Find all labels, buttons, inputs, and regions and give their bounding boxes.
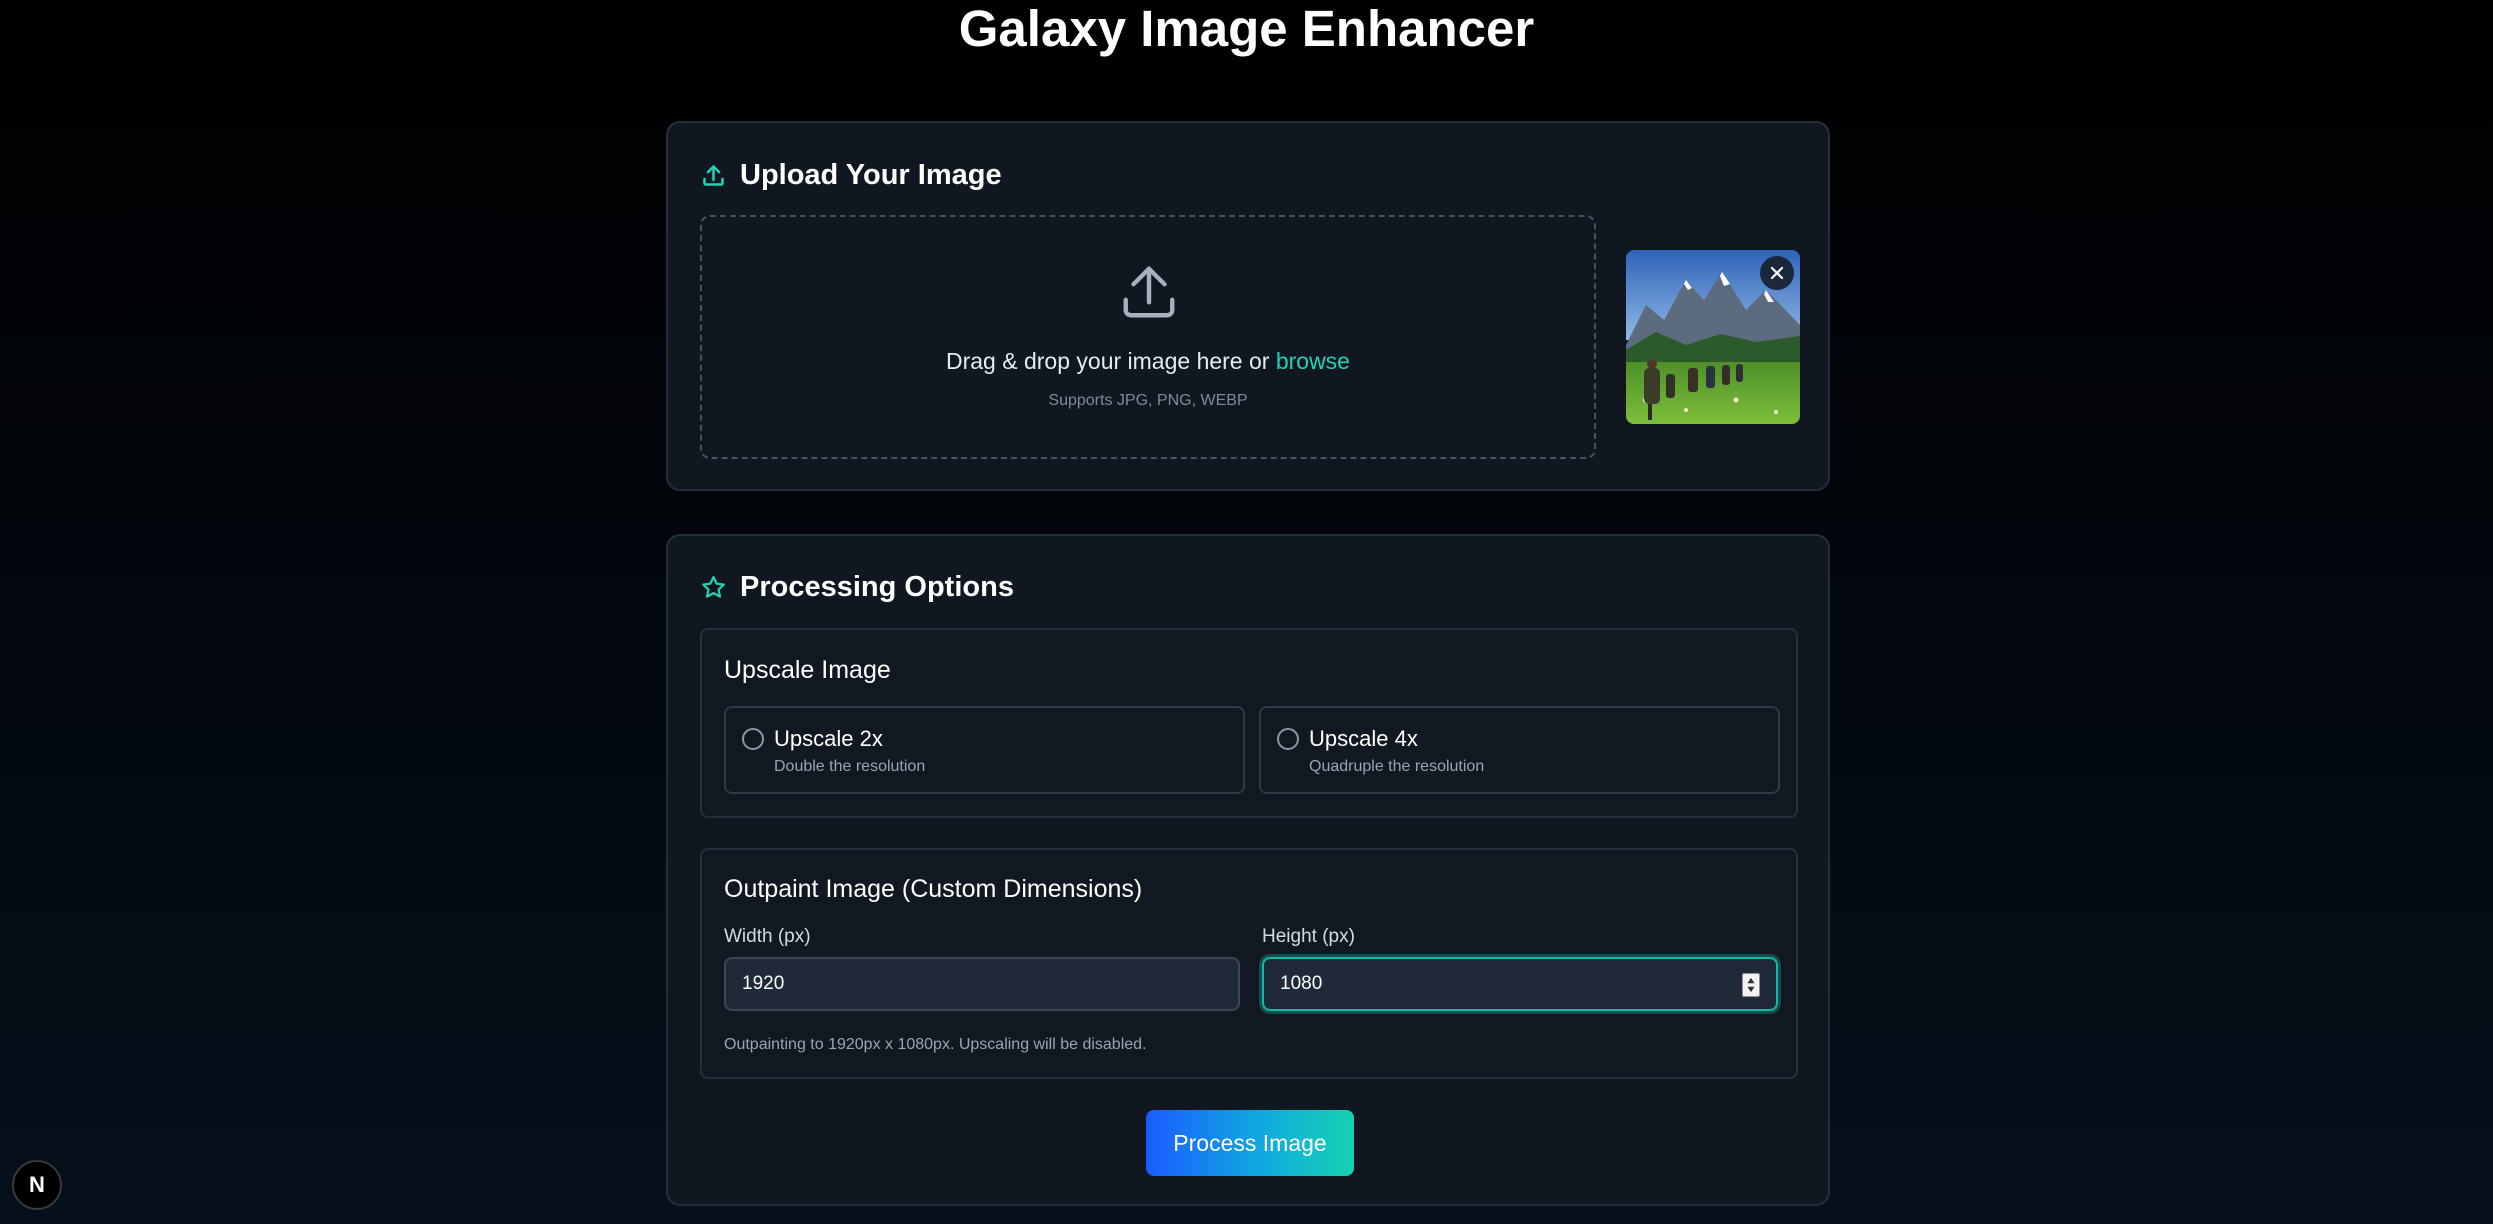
processing-options-card: Processing Options Upscale Image Upscale… [666, 534, 1830, 1206]
upscale-4x-option[interactable]: Upscale 4x Quadruple the resolution [1259, 706, 1780, 794]
options-card-header: Processing Options [700, 571, 1014, 604]
close-icon [1770, 266, 1784, 280]
outpaint-note: Outpainting to 1920px x 1080px. Upscalin… [724, 1036, 1147, 1053]
upload-card: Upload Your Image Drag & drop your image… [666, 121, 1830, 491]
width-label: Width (px) [724, 926, 811, 947]
page-title: Galaxy Image Enhancer [958, 0, 1535, 57]
upload-card-header: Upload Your Image [700, 159, 1002, 192]
upload-icon [700, 162, 727, 189]
image-preview [1626, 250, 1800, 424]
upscale-section: Upscale Image Upscale 2x Double the reso… [700, 628, 1798, 818]
spinner-arrows-icon [1747, 977, 1755, 993]
upscale-2x-description: Double the resolution [774, 758, 926, 775]
height-value: 1080 [1280, 973, 1323, 994]
dropzone-prompt-text: Drag & drop your image here or [946, 348, 1270, 374]
remove-image-button[interactable] [1760, 256, 1794, 290]
star-icon [700, 574, 727, 601]
nextjs-dev-badge[interactable]: N [12, 1160, 62, 1210]
height-input[interactable]: 1080 [1262, 957, 1778, 1011]
dropzone-prompt: Drag & drop your image here or browse [702, 348, 1594, 375]
upscale-section-title: Upscale Image [724, 656, 891, 684]
browse-link[interactable]: browse [1276, 348, 1350, 374]
upload-arrow-icon [1118, 261, 1180, 323]
upscale-4x-radio[interactable] [1277, 728, 1299, 750]
process-image-button[interactable]: Process Image [1146, 1110, 1354, 1176]
upload-card-title: Upload Your Image [740, 159, 1002, 191]
options-card-title: Processing Options [740, 571, 1014, 603]
number-spinner[interactable] [1742, 973, 1760, 997]
width-input[interactable]: 1920 [724, 957, 1240, 1011]
upscale-2x-option[interactable]: Upscale 2x Double the resolution [724, 706, 1245, 794]
upscale-4x-label: Upscale 4x [1309, 726, 1418, 751]
height-label: Height (px) [1262, 926, 1355, 947]
image-dropzone[interactable]: Drag & drop your image here or browse Su… [700, 215, 1596, 459]
upscale-2x-label: Upscale 2x [774, 726, 883, 751]
width-value: 1920 [742, 973, 785, 994]
outpaint-section-title: Outpaint Image (Custom Dimensions) [724, 875, 1143, 903]
upscale-2x-radio[interactable] [742, 728, 764, 750]
supported-formats: Supports JPG, PNG, WEBP [1048, 392, 1248, 409]
upscale-4x-description: Quadruple the resolution [1309, 758, 1485, 775]
outpaint-section: Outpaint Image (Custom Dimensions) Width… [700, 848, 1798, 1079]
